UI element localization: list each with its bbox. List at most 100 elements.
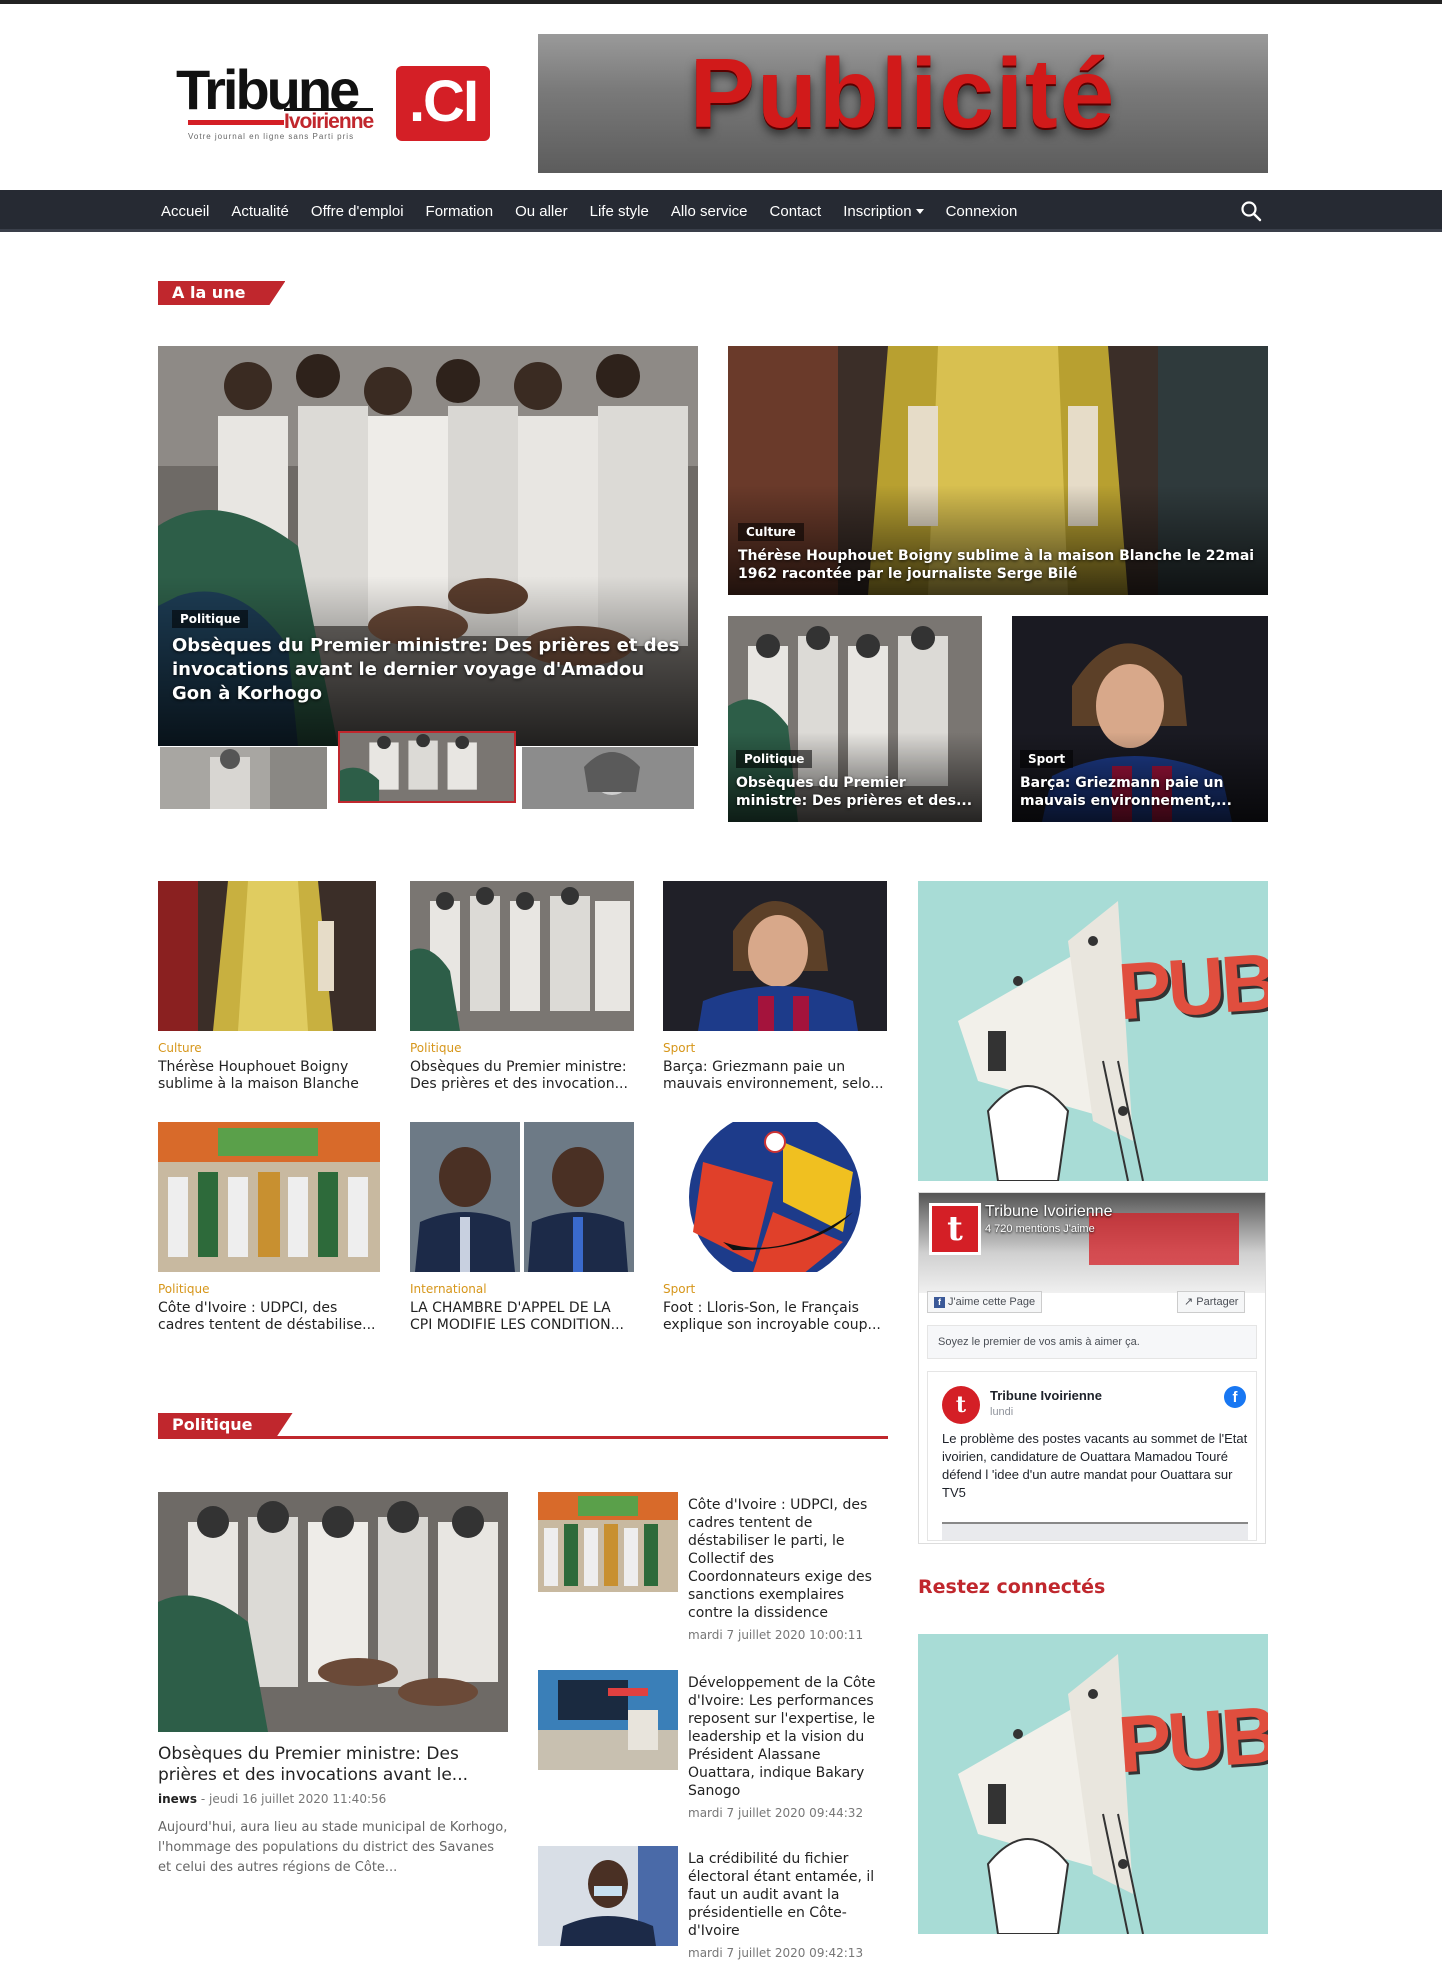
grid-category: Culture (158, 1041, 202, 1055)
pub-text: PUB (1115, 1689, 1268, 1790)
search-icon[interactable] (1240, 200, 1262, 222)
fb-page-name[interactable]: Tribune Ivoirienne (985, 1203, 1112, 1221)
nav-accueil[interactable]: Accueil (150, 203, 220, 220)
politique-list-image[interactable] (538, 1846, 678, 1946)
politique-list-image[interactable] (538, 1492, 678, 1592)
grid-category: International (410, 1282, 487, 1296)
headline-card-sport[interactable]: Sport Barça: Griezmann paie un mauvais e… (1012, 616, 1268, 822)
politique-list-item[interactable]: Côte d'Ivoire : UDPCI, des cadres tenten… (538, 1492, 888, 1642)
grid-image[interactable] (410, 881, 634, 1031)
fb-page-avatar[interactable]: t (929, 1203, 981, 1255)
nav-connexion[interactable]: Connexion (935, 203, 1029, 220)
headline-title[interactable]: Thérèse Houphouet Boigny sublime à la ma… (738, 547, 1258, 583)
grid-card[interactable]: Politique Obsèques du Premier ministre: … (410, 881, 634, 1093)
politique-feature-excerpt: Aujourd'hui, aura lieu au stade municipa… (158, 1820, 508, 1875)
grid-category: Politique (410, 1041, 462, 1055)
grid-image[interactable] (663, 1122, 887, 1272)
logo-bar (188, 120, 284, 125)
politique-list-title[interactable]: Côte d'Ivoire : UDPCI, des cadres tenten… (688, 1496, 888, 1622)
section-label: Politique (158, 1413, 293, 1437)
grid-image[interactable] (158, 881, 376, 1031)
politique-list-date: mardi 7 juillet 2020 10:00:11 (688, 1628, 864, 1642)
nav-inscription[interactable]: Inscription (832, 203, 934, 220)
nav-contact[interactable]: Contact (759, 203, 833, 220)
politique-list-title[interactable]: Développement de la Côte d'Ivoire: Les p… (688, 1674, 888, 1800)
restez-connectes-heading: Restez connectés (918, 1576, 1106, 1598)
grid-card[interactable]: Politique Côte d'Ivoire : UDPCI, des cad… (158, 1122, 380, 1334)
grid-title[interactable]: Foot : Lloris-Son, le Français explique … (663, 1300, 887, 1334)
politique-feature-image[interactable] (158, 1492, 508, 1732)
grid-card[interactable]: Sport Barça: Griezmann paie un mauvais e… (663, 881, 887, 1093)
sidebar-ad-1[interactable]: PUB (918, 881, 1268, 1181)
featured-slide[interactable]: Politique Obsèques du Premier ministre: … (158, 346, 698, 746)
politique-feature-author[interactable]: inews (158, 1792, 197, 1806)
fb-post-media (942, 1522, 1248, 1540)
nav-life-style[interactable]: Life style (579, 203, 660, 220)
politique-feature-title[interactable]: Obsèques du Premier ministre: Des prière… (158, 1744, 508, 1786)
fb-friends-text: Soyez le premier de vos amis à aimer ça. (927, 1325, 1257, 1359)
pub-text: PUB (1115, 936, 1268, 1037)
politique-list-title[interactable]: La crédibilité du fichier électoral étan… (688, 1850, 888, 1940)
nav-offre-emploi[interactable]: Offre d'emploi (300, 203, 415, 220)
grid-image[interactable] (410, 1122, 634, 1272)
nav-ou-aller[interactable]: Ou aller (504, 203, 579, 220)
headline-category: Culture (738, 523, 804, 541)
grid-image[interactable] (663, 881, 887, 1031)
politique-list-item[interactable]: La crédibilité du fichier électoral étan… (538, 1846, 888, 1960)
section-underline (158, 1436, 888, 1439)
fb-share-button[interactable]: ↗ Partager (1177, 1291, 1246, 1313)
headline-title[interactable]: Barça: Griezmann paie un mauvais environ… (1020, 774, 1260, 810)
grid-card[interactable]: Culture Thérèse Houphouet Boigny sublime… (158, 881, 376, 1093)
slider-thumb[interactable] (522, 747, 694, 809)
headline-title[interactable]: Obsèques du Premier ministre: Des prière… (736, 774, 974, 810)
fb-like-button[interactable]: f J'aime cette Page (927, 1291, 1043, 1313)
grid-card[interactable]: Sport Foot : Lloris-Son, le Français exp… (663, 1122, 887, 1334)
logo-sub: Ivoirienne (284, 108, 374, 133)
slider-thumb[interactable] (160, 747, 327, 809)
politique-feature-date: jeudi 16 juillet 2020 11:40:56 (209, 1792, 387, 1806)
grid-category: Sport (663, 1282, 696, 1296)
nav-allo-service[interactable]: Allo service (660, 203, 759, 220)
fb-post-author[interactable]: Tribune Ivoirienne (990, 1388, 1102, 1403)
fb-likes-count: 4 720 mentions J'aime (985, 1223, 1095, 1235)
grid-title[interactable]: Obsèques du Premier ministre: Des prière… (410, 1059, 634, 1093)
section-heading-politique: Politique (158, 1413, 888, 1439)
main-nav: Accueil Actualité Offre d'emploi Formati… (0, 190, 1442, 232)
grid-title[interactable]: Barça: Griezmann paie un mauvais environ… (663, 1059, 887, 1093)
facebook-icon: f (934, 1297, 945, 1308)
politique-list-item[interactable]: Développement de la Côte d'Ivoire: Les p… (538, 1670, 888, 1820)
grid-title[interactable]: Côte d'Ivoire : UDPCI, des cadres tenten… (158, 1300, 380, 1334)
featured-category: Politique (172, 610, 249, 628)
header-ad-banner[interactable]: Publicité (538, 34, 1268, 173)
nav-actualite[interactable]: Actualité (220, 203, 300, 220)
logo-tagline: Votre journal en ligne sans Parti pris (188, 132, 355, 141)
slider-thumb-active[interactable] (338, 731, 516, 803)
fb-post-avatar[interactable]: t (942, 1386, 980, 1424)
politique-list-date: mardi 7 juillet 2020 09:42:13 (688, 1946, 864, 1960)
fb-post-text: Le problème des postes vacants au sommet… (942, 1431, 1248, 1500)
logo-ci: .CI (396, 66, 490, 141)
fb-share-label: Partager (1196, 1296, 1239, 1308)
politique-feature[interactable]: Obsèques du Premier ministre: Des prière… (158, 1492, 508, 1878)
politique-list-image[interactable] (538, 1670, 678, 1770)
headline-card-culture[interactable]: Culture Thérèse Houphouet Boigny sublime… (728, 346, 1268, 595)
featured-title[interactable]: Obsèques du Premier ministre: Des prière… (172, 634, 688, 706)
section-label: A la une (158, 281, 285, 305)
section-heading-a-la-une: A la une (158, 281, 288, 305)
fb-post-time: lundi (990, 1406, 1014, 1418)
site-logo[interactable]: Tribune Ivoirienne .CI Votre journal en … (176, 60, 491, 150)
sidebar-ad-2[interactable]: PUB (918, 1634, 1268, 1934)
nav-inscription-label: Inscription (843, 202, 912, 220)
facebook-icon[interactable]: f (1224, 1386, 1246, 1408)
nav-formation[interactable]: Formation (415, 203, 505, 220)
fb-like-label: J'aime cette Page (948, 1296, 1036, 1308)
grid-title[interactable]: LA CHAMBRE D'APPEL DE LA CPI MODIFIE LES… (410, 1300, 634, 1334)
headline-card-politique[interactable]: Politique Obsèques du Premier ministre: … (728, 616, 982, 822)
grid-card[interactable]: International LA CHAMBRE D'APPEL DE LA C… (410, 1122, 634, 1334)
grid-category: Sport (663, 1041, 696, 1055)
banner-text: Publicité (689, 38, 1117, 148)
share-icon: ↗ (1184, 1296, 1197, 1308)
grid-image[interactable] (158, 1122, 380, 1272)
grid-title[interactable]: Thérèse Houphouet Boigny sublime à la ma… (158, 1059, 376, 1093)
fb-post[interactable]: t Tribune Ivoirienne lundi f Le problème… (927, 1371, 1257, 1541)
